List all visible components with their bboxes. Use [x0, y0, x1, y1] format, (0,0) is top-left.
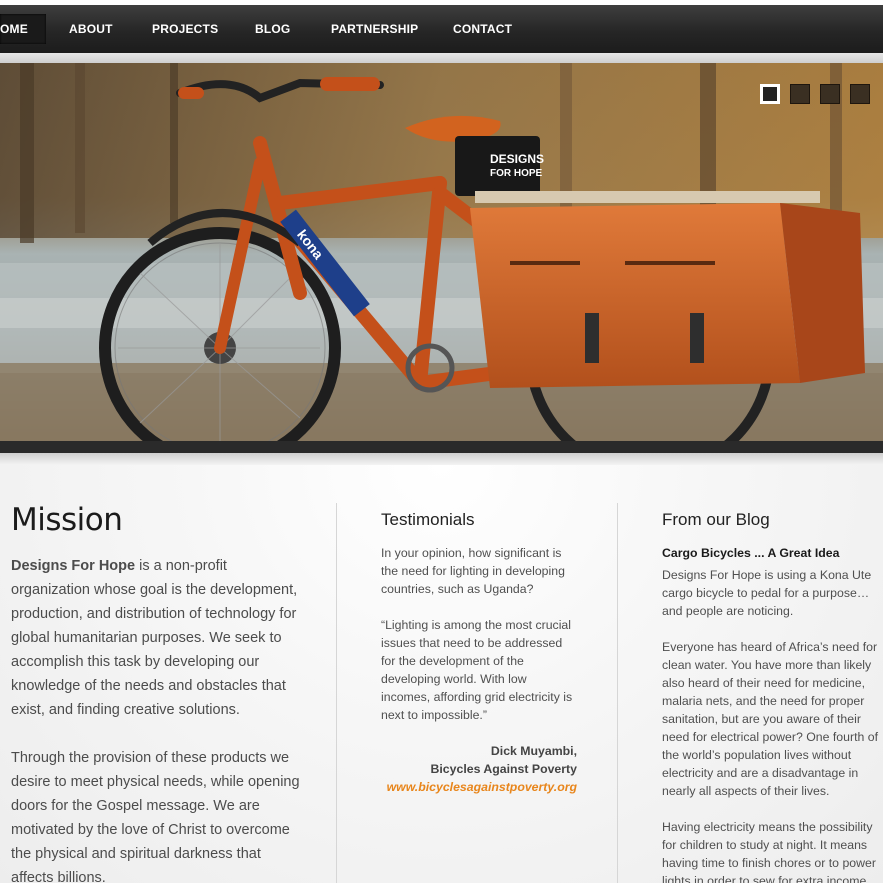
nav-item-blog[interactable]: BLOG — [255, 14, 290, 44]
testimonial-organization: Bicycles Against Poverty — [430, 762, 578, 776]
testimonial-author: Dick Muyambi, — [490, 744, 577, 758]
slide-dot-2[interactable] — [790, 84, 810, 104]
nav-item-projects[interactable]: PROJECTS — [152, 14, 218, 44]
testimonial: In your opinion, how significant is the … — [381, 544, 577, 796]
nav-item-partnership[interactable]: PARTNERSHIP — [331, 14, 418, 44]
mission-text: Designs For Hope is a non-profit organiz… — [11, 554, 301, 883]
bag-logo-line2: FOR HOPE — [490, 168, 543, 179]
nav-item-home[interactable]: OME — [0, 14, 46, 44]
bag-logo-line1: DESIGNS — [490, 152, 544, 166]
testimonial-link[interactable]: www.bicyclesagainstpoverty.org — [381, 778, 577, 796]
slide-dot-3[interactable] — [820, 84, 840, 104]
nav-item-about[interactable]: ABOUT — [69, 14, 113, 44]
column-divider — [336, 503, 337, 883]
hero-shadow — [0, 453, 883, 465]
blog-paragraph-1: Designs For Hope is using a Kona Ute car… — [662, 568, 872, 618]
mission-paragraph-2: Through the provision of these products … — [11, 750, 300, 883]
hero-bottom-bar — [0, 441, 883, 453]
blog-post-title[interactable]: Cargo Bicycles ... A Great Idea — [662, 544, 880, 562]
testimonial-question: In your opinion, how significant is the … — [381, 546, 565, 596]
nav-bottom-bar — [0, 53, 883, 63]
mission-title: Mission — [11, 502, 123, 538]
blog-paragraph-2: Everyone has heard of Africa’s need for … — [662, 640, 879, 798]
slide-dot-4[interactable] — [850, 84, 870, 104]
blog-title: From our Blog — [662, 510, 770, 529]
content-area: Mission Designs For Hope is a non-profit… — [0, 465, 883, 883]
column-divider — [617, 503, 618, 883]
blog-paragraph-3: Having electricity means the possibility… — [662, 820, 876, 883]
mission-paragraph-1-rest: is a non-profit organization whose goal … — [11, 558, 298, 718]
testimonial-quote: “Lighting is among the most crucial issu… — [381, 618, 573, 722]
testimonials-title: Testimonials — [381, 510, 475, 529]
main-nav: OME ABOUT PROJECTS BLOG PARTNERSHIP CONT… — [0, 5, 883, 53]
org-name: Designs For Hope — [11, 558, 136, 574]
hero-slideshow[interactable]: DESIGNS FOR HOPE kona — [0, 63, 883, 445]
nav-item-contact[interactable]: CONTACT — [453, 14, 512, 44]
mission-paragraph-1: Designs For Hope is a non-profit organiz… — [11, 554, 301, 722]
slide-dot-1[interactable] — [760, 84, 780, 104]
blog-post: Cargo Bicycles ... A Great Idea Designs … — [662, 544, 880, 883]
hero-image: DESIGNS FOR HOPE kona — [0, 63, 883, 445]
